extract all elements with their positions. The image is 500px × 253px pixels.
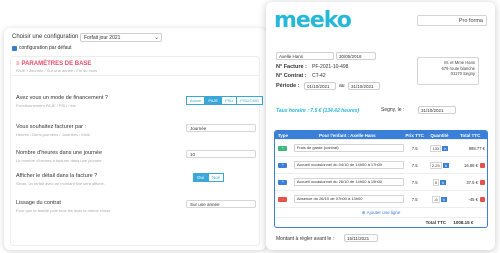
chevron-down-icon: ⌄ — [153, 35, 159, 41]
meeko-logo: meeko — [274, 8, 352, 33]
facturer-question: Vous souhaitez facturer par : — [16, 124, 87, 130]
option-psu-cmg[interactable]: PSU/CMG — [236, 96, 263, 105]
divider — [11, 75, 259, 76]
financement-question: Avez vous un mode de financement ? — [16, 95, 108, 101]
hourly-rate-text: Taux horaire : 7.5 € (134.42 heures) — [276, 108, 360, 114]
option-aucun[interactable]: Aucun — [186, 96, 206, 105]
default-config-checkbox[interactable]: configuration par défaut — [12, 45, 72, 51]
total-label: Total TTC — [425, 220, 446, 225]
add-type-badge-icon[interactable]: + — [278, 146, 288, 151]
delete-line-icon[interactable] — [480, 179, 485, 185]
qty-unit: h — [442, 145, 449, 151]
line-description[interactable]: Accueil occasionnel du 04/10 de 14h00 à … — [293, 160, 404, 170]
line-total: 16.88 € — [464, 162, 478, 168]
default-config-label: configuration par défaut — [19, 45, 72, 51]
add-line-button[interactable]: ⊕ Ajouter une ligne — [275, 207, 487, 217]
facturer-hint: Heures / Demi-journées / Journées / Mois — [16, 132, 90, 137]
lissage-hint: Pour que la famille paie tous les mois l… — [16, 208, 112, 213]
period-to-field[interactable]: 31/10/2021 — [348, 82, 380, 90]
config-select[interactable]: Forfait jour 2021 ⌄ — [80, 33, 162, 42]
proforma-field[interactable]: Pro forma — [417, 15, 487, 26]
facture-label: N° Facture : — [276, 64, 307, 70]
line-description[interactable]: Absence du 26/10 de 07h00 à 13h00 — [293, 194, 404, 204]
toggle-oui[interactable]: Oui — [193, 173, 209, 182]
invoice-lines-table: Type Pour l'enfant : Axelle Hans Prix TT… — [274, 130, 488, 228]
line-price[interactable]: 7.5 — [404, 146, 426, 151]
add-type-badge-icon[interactable]: + — [278, 163, 288, 168]
line-price[interactable]: 7.5 — [404, 180, 426, 185]
section-title-text: PARAMÈTRES DE BASE — [21, 61, 92, 67]
contrat-label: N° Contrat : — [276, 73, 307, 79]
table-header: Type Pour l'enfant : Axelle Hans Prix TT… — [275, 131, 487, 139]
line-total: 998.77 € — [468, 145, 485, 151]
client-date-field[interactable]: 30/05/2018 — [336, 52, 376, 60]
heures-question: Nombre d'heures dans une journée — [16, 150, 103, 156]
line-qty[interactable]: 133 — [430, 144, 442, 152]
col-type: Type — [277, 132, 288, 138]
line-qty[interactable]: 2.25 — [429, 161, 442, 169]
line-description[interactable]: Accueil occasionnel du 26/10 de 14h00 à … — [293, 177, 404, 187]
delete-line-icon[interactable] — [480, 162, 485, 168]
facturer-select[interactable]: Journée — [186, 124, 256, 132]
toggle-non[interactable]: Non — [208, 173, 225, 182]
detail-toggle[interactable]: Oui Non — [193, 173, 225, 182]
due-date-field[interactable]: 15/11/2021 — [344, 234, 378, 242]
due-date-label: Montant à régler avant le : — [276, 236, 335, 242]
billing-address[interactable]: M. et Mme Hans 679 route blanche 01170 S… — [417, 57, 479, 85]
col-child: Pour l'enfant : Axelle Hans — [318, 132, 376, 138]
contrat-value: CT-42 — [312, 73, 326, 79]
period-from-field[interactable]: 01/10/2021 — [304, 82, 336, 90]
address-line: 01170 Segny — [450, 71, 475, 76]
line-price[interactable]: 7.5 — [404, 163, 426, 168]
heures-hint: Le nombre d'heures à facturer dans une j… — [16, 158, 102, 163]
section-subtitle: PAJE / Journée / Sur une année / Fin du … — [16, 68, 98, 73]
detail-question: Afficher le détail dans la facture ? — [16, 173, 98, 179]
line-total: 37.5 € — [466, 179, 478, 185]
facture-value: PF-2021-10-498 — [312, 64, 349, 70]
config-select-value: Forfait jour 2021 — [84, 35, 121, 41]
line-price[interactable]: 7.5 — [404, 197, 426, 202]
financement-hint: Fonctionnement PAJE / PSU / etc — [16, 103, 76, 108]
config-choose-label: Choisir une configuration : — [12, 34, 82, 40]
line-qty[interactable]: 5 — [432, 178, 439, 186]
total-value: 1008.15 € — [453, 220, 474, 225]
invoice-panel: meeko Pro forma Axelle Hans 30/05/2018 N… — [266, 2, 495, 250]
col-qty: Quantité — [430, 132, 449, 138]
table-row: + Accueil occasionnel du 26/10 de 14h00 … — [275, 173, 487, 190]
heures-input[interactable]: 10 — [186, 150, 256, 158]
delete-line-icon[interactable] — [480, 196, 485, 202]
col-total: Total TTC — [459, 132, 481, 138]
collapse-icon[interactable]: ≡ — [16, 61, 20, 67]
table-row: + Accueil occasionnel du 04/10 de 14h00 … — [275, 156, 487, 173]
city-date-label: Segny, le : — [381, 107, 405, 113]
total-row: Total TTC 1008.15 € — [275, 217, 487, 227]
configuration-panel: Choisir une configuration : Forfait jour… — [4, 28, 266, 250]
add-type-badge-icon[interactable]: + — [278, 180, 288, 185]
periode-label: Période : — [276, 83, 300, 89]
checkbox-checked-icon — [12, 45, 17, 51]
table-row: + Frais de garde (contrat) 7.5 133 h 998.… — [275, 139, 487, 156]
add-line-label: Ajouter une ligne — [366, 210, 401, 215]
option-psu[interactable]: PSU — [221, 96, 238, 105]
period-to-label: au — [339, 83, 345, 89]
table-row: - Absence du 26/10 de 07h00 à 13h00 7.5 … — [275, 190, 487, 207]
lissage-question: Lissage du contrat — [16, 200, 61, 206]
option-paje[interactable]: PAJE — [204, 96, 223, 105]
qty-unit: h — [440, 196, 447, 202]
detail-hint: Sinon, un forfait avec un montant fixe s… — [16, 181, 105, 186]
qty-unit: h — [442, 162, 449, 168]
city-date-field[interactable]: 31/10/2021 — [418, 106, 456, 114]
remove-type-badge-icon[interactable]: - — [278, 197, 288, 202]
financement-segmented-control[interactable]: Aucun PAJE PSU PSU/CMG — [186, 96, 263, 105]
line-total: -45 € — [468, 196, 478, 202]
lissage-select[interactable]: Sur une année — [186, 200, 256, 208]
qty-unit: h — [439, 179, 447, 185]
line-description[interactable]: Frais de garde (contrat) — [293, 143, 404, 153]
section-title: ≡ PARAMÈTRES DE BASE — [16, 61, 91, 67]
line-qty[interactable]: -6 — [432, 195, 440, 203]
base-parameters-section: ≡ PARAMÈTRES DE BASE PAJE / Journée / Su… — [10, 56, 263, 246]
col-price: Prix TTC — [405, 132, 424, 138]
client-name-field[interactable]: Axelle Hans — [276, 52, 334, 60]
